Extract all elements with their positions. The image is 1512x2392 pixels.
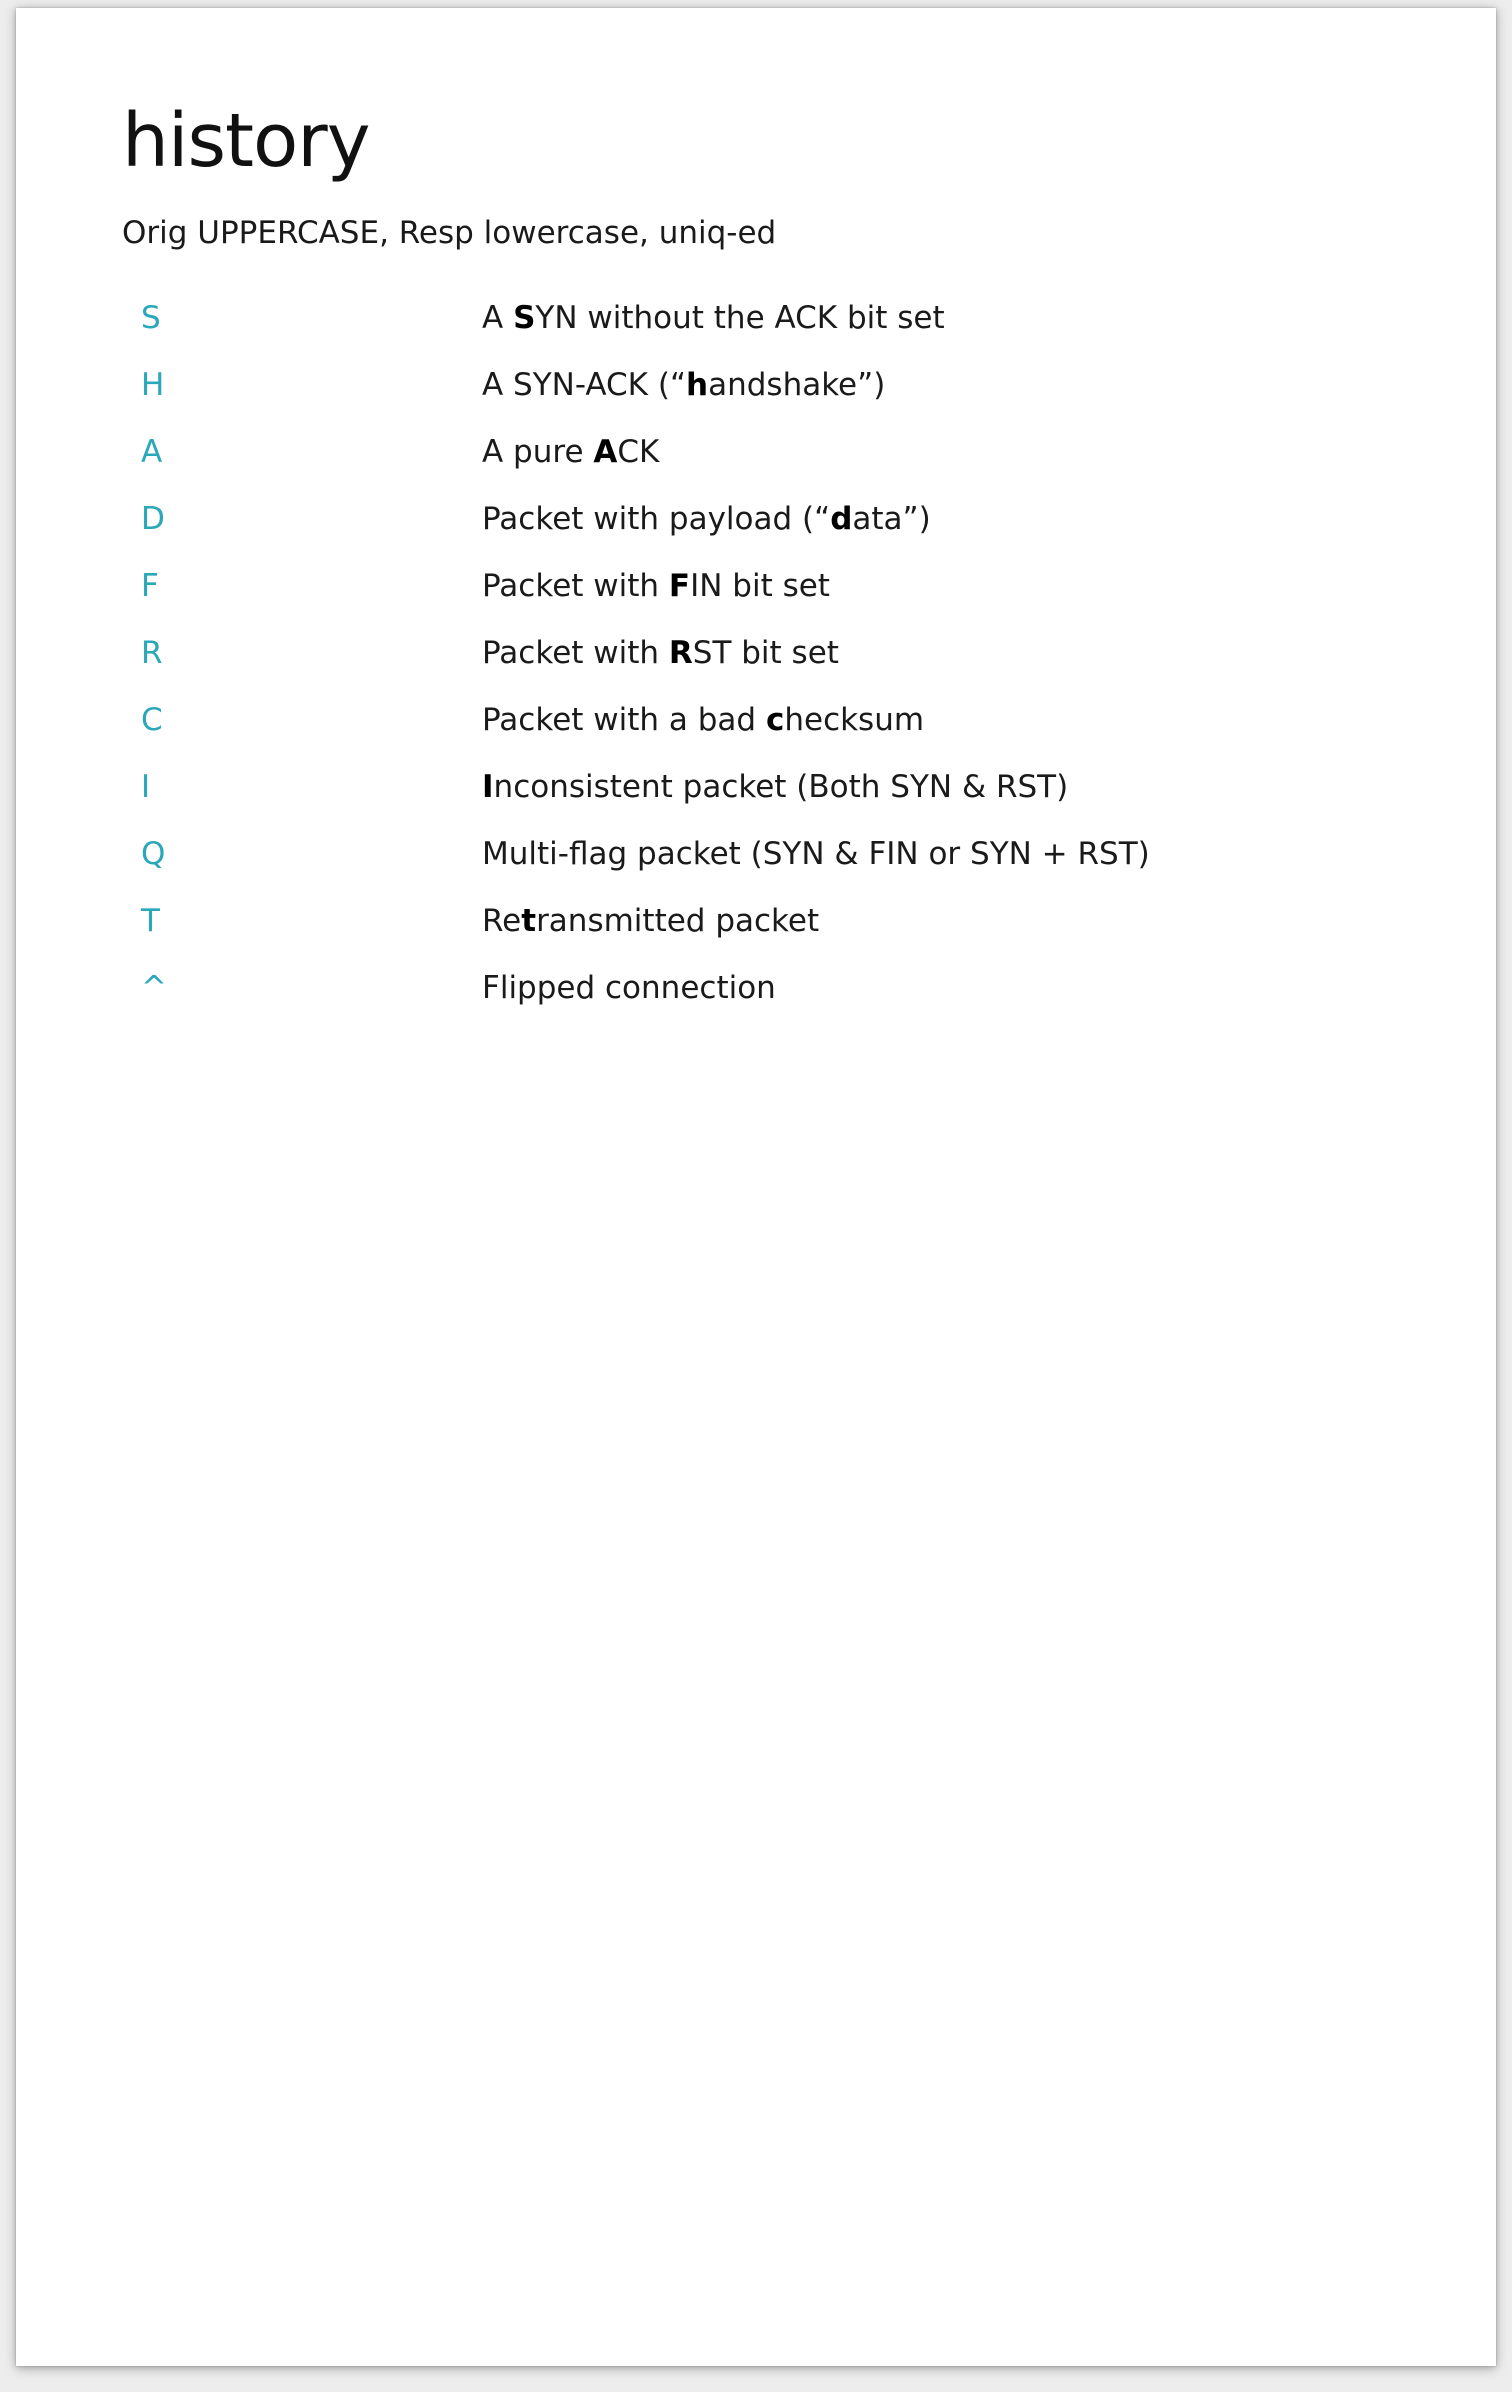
bold-letter: R [668,635,693,671]
history-description: Multi-flag packet (SYN & FIN or SYN + RS… [482,836,1150,873]
history-description: Flipped connection [482,970,776,1007]
description-text: Packet with payload (“ [482,501,831,537]
history-description: Retransmitted packet [482,903,819,940]
history-code: H [141,367,165,403]
history-description: A SYN-ACK (“handshake”) [482,367,885,404]
history-code: F [141,568,159,604]
description-text: Flipped connection [482,970,776,1006]
list-item: C Packet with a bad checksum [16,696,1496,763]
description-text: IN bit set [690,568,830,604]
history-description: A SYN without the ACK bit set [482,300,945,337]
list-item: H A SYN-ACK (“handshake”) [16,361,1496,428]
description-text: Multi-flag packet (SYN & FIN or SYN + RS… [482,836,1150,872]
bold-letter: h [686,367,709,403]
list-item: F Packet with FIN bit set [16,562,1496,629]
slide-page: history Orig UPPERCASE, Resp lowercase, … [16,8,1496,2366]
description-text: A [482,300,514,336]
description-text: CK [617,434,660,470]
history-description: Inconsistent packet (Both SYN & RST) [482,769,1068,806]
list-item: D Packet with payload (“data”) [16,495,1496,562]
description-text: Packet with a bad [482,702,766,738]
bold-letter: A [593,434,618,470]
history-code: C [141,702,163,738]
description-text: nconsistent packet (Both SYN & RST) [493,769,1069,805]
description-text: ransmitted packet [536,903,820,939]
history-code: S [141,300,161,336]
bold-letter: I [482,769,494,805]
history-description: Packet with RST bit set [482,635,839,672]
description-text: A SYN-ACK (“ [482,367,687,403]
history-code: R [141,635,163,671]
history-code: ^ [141,970,167,1006]
list-item: Q Multi-flag packet (SYN & FIN or SYN + R… [16,830,1496,897]
history-code: A [141,434,163,470]
history-code: D [141,501,165,537]
bold-letter: t [521,903,537,939]
bold-letter: d [830,501,853,537]
list-item: R Packet with RST bit set [16,629,1496,696]
description-text: Re [482,903,522,939]
list-item: T Retransmitted packet [16,897,1496,964]
page-title: history [122,98,371,184]
list-item: AA pure ACK [16,428,1496,495]
bold-letter: S [513,300,536,336]
history-code: Q [141,836,166,872]
description-text: hecksum [784,702,925,738]
history-description: A pure ACK [482,434,659,471]
description-text: ata”) [852,501,931,537]
history-code-list: SA SYN without the ACK bit set H A SYN-ACK… [16,294,1496,1031]
history-description: Packet with FIN bit set [482,568,830,605]
page-subtitle: Orig UPPERCASE, Resp lowercase, uniq-ed [122,215,777,251]
description-text: Packet with [482,568,669,604]
list-item: SA SYN without the ACK bit set [16,294,1496,361]
description-text: YN without the ACK bit set [535,300,945,336]
history-code: T [141,903,160,939]
history-code: I [141,769,151,805]
history-description: Packet with a bad checksum [482,702,924,739]
description-text: A pure [482,434,594,470]
bold-letter: c [765,702,785,738]
list-item: ^ Flipped connection [16,964,1496,1031]
history-description: Packet with payload (“data”) [482,501,931,538]
description-text: Packet with [482,635,669,671]
list-item: I Inconsistent packet (Both SYN & RST) [16,763,1496,830]
bold-letter: F [668,568,691,604]
description-text: ST bit set [692,635,839,671]
description-text: andshake”) [708,367,886,403]
